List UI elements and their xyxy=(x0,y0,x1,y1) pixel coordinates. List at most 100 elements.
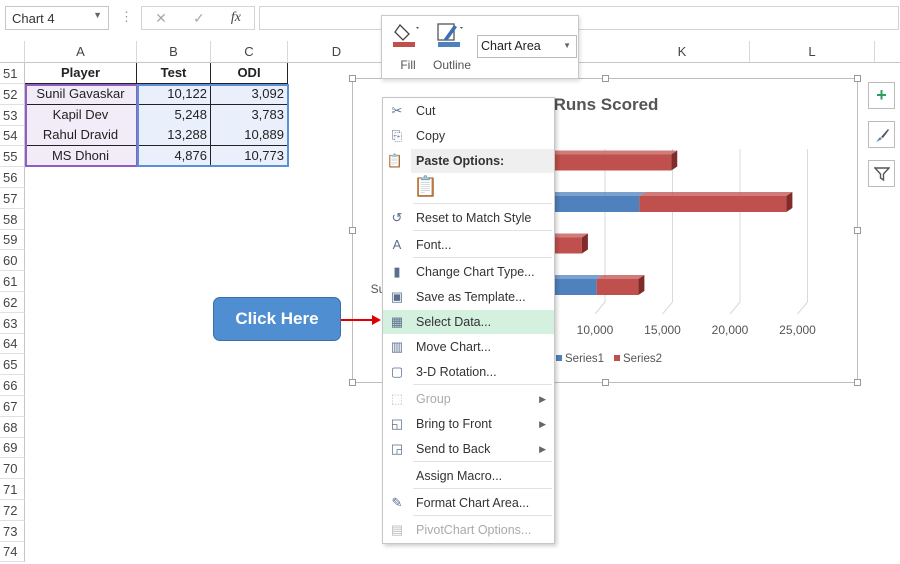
row-header[interactable]: 66 xyxy=(0,375,25,396)
menu-item-label: 3-D Rotation... xyxy=(416,365,497,379)
row-header[interactable]: 51 xyxy=(0,63,25,84)
resize-handle[interactable] xyxy=(349,379,356,386)
row-header[interactable]: 62 xyxy=(0,291,25,313)
outline-button[interactable]: Outline xyxy=(430,21,474,76)
bar-top xyxy=(639,192,793,196)
table-cell[interactable]: 10,122 xyxy=(137,83,211,105)
table-header-cell[interactable]: Player xyxy=(25,63,137,84)
row-header[interactable]: 58 xyxy=(0,208,25,230)
resize-handle[interactable] xyxy=(349,75,356,82)
menu-item-cut[interactable]: ✂ Cut xyxy=(383,99,554,123)
row-header[interactable]: 71 xyxy=(0,479,25,500)
menu-item-font[interactable]: A Font... xyxy=(383,233,554,257)
menu-separator xyxy=(413,230,552,231)
table-cell[interactable]: 3,092 xyxy=(211,83,288,105)
row-header[interactable]: 65 xyxy=(0,354,25,376)
menu-item-move-chart[interactable]: ▥ Move Chart... xyxy=(383,335,554,359)
fx-icon[interactable]: fx xyxy=(231,10,241,26)
row-header[interactable]: 61 xyxy=(0,271,25,292)
gridline-floor xyxy=(729,301,741,315)
chart-styles-button[interactable] xyxy=(868,121,895,148)
chart-filters-button[interactable] xyxy=(868,160,895,187)
resize-handle[interactable] xyxy=(854,227,861,234)
resize-handle[interactable] xyxy=(349,227,356,234)
resize-handle[interactable] xyxy=(854,379,861,386)
resize-handle[interactable] xyxy=(602,75,609,82)
menu-item-send-to-back[interactable]: ◲ Send to Back ▶ xyxy=(383,437,554,461)
row-header[interactable]: 60 xyxy=(0,250,25,272)
column-header-l[interactable]: L xyxy=(750,41,875,63)
chevron-down-icon: ▼ xyxy=(563,41,571,50)
menu-item-label: Reset to Match Style xyxy=(416,211,532,225)
context-menu: ✂ Cut ⎘ Copy 📋 Paste Options: ↺ Reset to Match … xyxy=(382,97,555,544)
row-header[interactable]: 63 xyxy=(0,312,25,334)
menu-item-label: Change Chart Type... xyxy=(416,265,535,279)
cancel-icon[interactable]: ✕ xyxy=(155,10,167,27)
table-header-cell[interactable]: ODI xyxy=(211,63,288,84)
table-cell[interactable]: MS Dhoni xyxy=(25,146,137,168)
row-header[interactable]: 64 xyxy=(0,333,25,355)
menu-item-bring-to-front[interactable]: ◱ Bring to Front ▶ xyxy=(383,412,554,436)
bar-series2 xyxy=(596,279,639,295)
legend-label: Series2 xyxy=(623,353,662,365)
row-header[interactable]: 52 xyxy=(0,83,25,105)
table-cell[interactable]: Kapil Dev xyxy=(25,104,137,126)
menu-item-assign-macro[interactable]: Assign Macro... xyxy=(383,464,554,488)
table-cell[interactable]: 4,876 xyxy=(137,146,211,168)
chart-elements-button[interactable]: + xyxy=(868,82,895,109)
bar-series2 xyxy=(639,196,787,212)
row-header[interactable]: 70 xyxy=(0,458,25,480)
row-header[interactable]: 68 xyxy=(0,416,25,438)
formula-input[interactable] xyxy=(259,6,899,30)
chart-type-icon: ▮ xyxy=(393,264,401,279)
menu-item-copy[interactable]: ⎘ Copy xyxy=(383,124,554,148)
row-header[interactable]: 56 xyxy=(0,167,25,188)
row-header[interactable]: 69 xyxy=(0,437,25,459)
column-header-next[interactable] xyxy=(875,41,900,63)
column-header-c[interactable]: C xyxy=(211,41,288,63)
paste-keep-formatting-button[interactable]: 📋 xyxy=(413,174,438,200)
table-cell[interactable]: 10,889 xyxy=(211,125,288,147)
chart-element-select[interactable]: Chart Area ▼ xyxy=(477,35,577,58)
menu-separator xyxy=(413,203,552,204)
chevron-down-icon[interactable]: ▼ xyxy=(93,10,102,20)
row-header[interactable]: 59 xyxy=(0,229,25,251)
row-header[interactable]: 72 xyxy=(0,499,25,521)
column-header-a[interactable]: A xyxy=(25,41,137,63)
rotation-icon: ▢ xyxy=(390,364,404,379)
brush-icon xyxy=(875,129,889,142)
menu-item-reset-to-match-style[interactable]: ↺ Reset to Match Style xyxy=(383,206,554,230)
row-header[interactable]: 57 xyxy=(0,187,25,209)
menu-item-label: PivotChart Options... xyxy=(416,523,532,537)
resize-handle[interactable] xyxy=(854,75,861,82)
column-header-b[interactable]: B xyxy=(137,41,211,63)
row-header[interactable]: 74 xyxy=(0,541,25,563)
column-header-d[interactable]: D xyxy=(288,41,386,63)
table-cell[interactable]: 5,248 xyxy=(137,104,211,126)
menu-item-save-as-template[interactable]: ▣ Save as Template... xyxy=(383,285,554,309)
fill-button[interactable]: Fill xyxy=(392,21,424,76)
resize-handle[interactable] xyxy=(602,379,609,386)
column-header-k[interactable]: K xyxy=(615,41,750,63)
table-cell[interactable]: 10,773 xyxy=(211,146,288,168)
x-tick-label: 20,000 xyxy=(712,323,749,337)
name-box[interactable]: Chart 4 ▼ xyxy=(5,6,109,30)
table-cell[interactable]: Sunil Gavaskar xyxy=(25,83,137,105)
row-header[interactable]: 55 xyxy=(0,146,25,168)
menu-item-label: Select Data... xyxy=(416,315,492,329)
row-header[interactable]: 73 xyxy=(0,520,25,542)
row-header[interactable]: 54 xyxy=(0,125,25,147)
table-cell[interactable]: 13,288 xyxy=(137,125,211,147)
menu-item-select-data[interactable]: ▦ Select Data... xyxy=(383,310,554,334)
enter-icon[interactable]: ✓ xyxy=(193,10,205,27)
row-header[interactable]: 67 xyxy=(0,395,25,417)
row-header[interactable]: 53 xyxy=(0,104,25,126)
menu-item-format-chart-area[interactable]: ✎ Format Chart Area... xyxy=(383,491,554,515)
table-header-cell[interactable]: Test xyxy=(137,63,211,84)
move-chart-icon: ▥ xyxy=(390,339,404,354)
select-all-corner[interactable] xyxy=(0,41,25,63)
menu-item-3-d-rotation[interactable]: ▢ 3-D Rotation... xyxy=(383,360,554,384)
menu-item-change-chart-type[interactable]: ▮ Change Chart Type... xyxy=(383,260,554,284)
table-cell[interactable]: 3,783 xyxy=(211,104,288,126)
table-cell[interactable]: Rahul Dravid xyxy=(25,125,137,147)
